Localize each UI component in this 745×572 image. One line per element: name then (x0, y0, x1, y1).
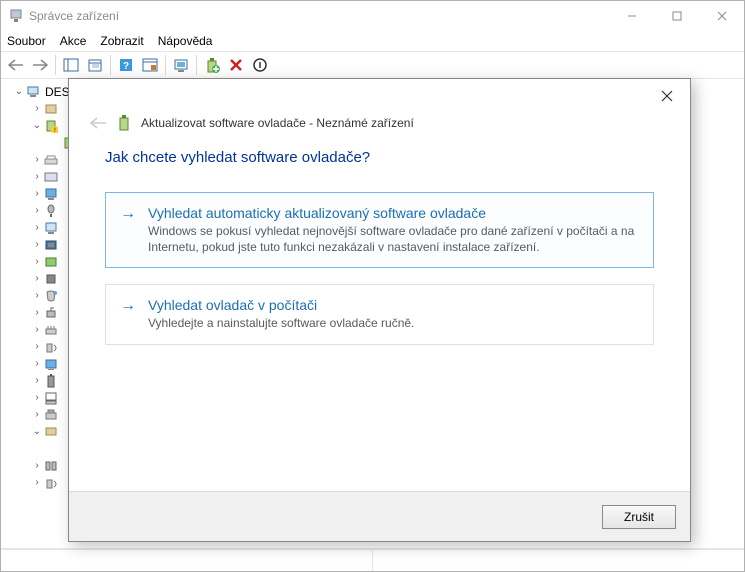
back-button[interactable] (5, 54, 27, 76)
separator (196, 55, 197, 75)
action-button[interactable] (139, 54, 161, 76)
statusbar (1, 549, 744, 571)
maximize-button[interactable] (654, 1, 699, 31)
forward-button[interactable] (29, 54, 51, 76)
app-icon (9, 9, 23, 23)
option-title: Vyhledat automaticky aktualizovaný softw… (148, 205, 639, 221)
menu-file[interactable]: Soubor (7, 34, 46, 48)
option-browse-computer[interactable]: → Vyhledat ovladač v počítači Vyhledejte… (105, 284, 654, 344)
option-desc: Vyhledejte a nainstalujte software ovlad… (148, 315, 414, 331)
close-button[interactable] (699, 1, 744, 31)
dialog-titlebar (69, 79, 690, 113)
window-title: Správce zařízení (29, 9, 609, 23)
separator (110, 55, 111, 75)
device-icon (117, 115, 131, 131)
menu-help[interactable]: Nápověda (158, 34, 213, 48)
disable-button[interactable] (249, 54, 271, 76)
svg-text:?: ? (123, 61, 129, 72)
titlebar: Správce zařízení (1, 1, 744, 31)
separator (55, 55, 56, 75)
update-driver-dialog: Aktualizovat software ovladače - Neznámé… (68, 78, 691, 542)
arrow-right-icon: → (120, 205, 138, 255)
option-title: Vyhledat ovladač v počítači (148, 297, 414, 313)
menu-action[interactable]: Akce (60, 34, 87, 48)
dialog-question: Jak chcete vyhledat software ovladače? (105, 149, 654, 166)
help-button[interactable]: ? (115, 54, 137, 76)
dialog-footer: Zrušit (69, 491, 690, 541)
option-desc: Windows se pokusí vyhledat nejnovější so… (148, 223, 639, 255)
dialog-body: Jak chcete vyhledat software ovladače? →… (69, 149, 690, 491)
collapse-icon[interactable]: ⌄ (13, 86, 25, 97)
back-icon (89, 116, 107, 130)
properties-button[interactable] (84, 54, 106, 76)
toolbar: ? (1, 51, 744, 79)
uninstall-button[interactable] (225, 54, 247, 76)
arrow-right-icon: → (120, 297, 138, 331)
dialog-close-button[interactable] (650, 83, 684, 109)
minimize-button[interactable] (609, 1, 654, 31)
update-driver-button[interactable] (201, 54, 223, 76)
menu-view[interactable]: Zobrazit (100, 34, 143, 48)
computer-icon (25, 84, 41, 100)
scan-hardware-button[interactable] (170, 54, 192, 76)
menubar: Soubor Akce Zobrazit Nápověda (1, 31, 744, 51)
cancel-button[interactable]: Zrušit (602, 505, 676, 529)
dialog-header: Aktualizovat software ovladače - Neznámé… (69, 113, 690, 149)
dialog-title: Aktualizovat software ovladače - Neznámé… (141, 116, 414, 130)
show-hide-tree-button[interactable] (60, 54, 82, 76)
option-search-automatically[interactable]: → Vyhledat automaticky aktualizovaný sof… (105, 192, 654, 268)
separator (165, 55, 166, 75)
